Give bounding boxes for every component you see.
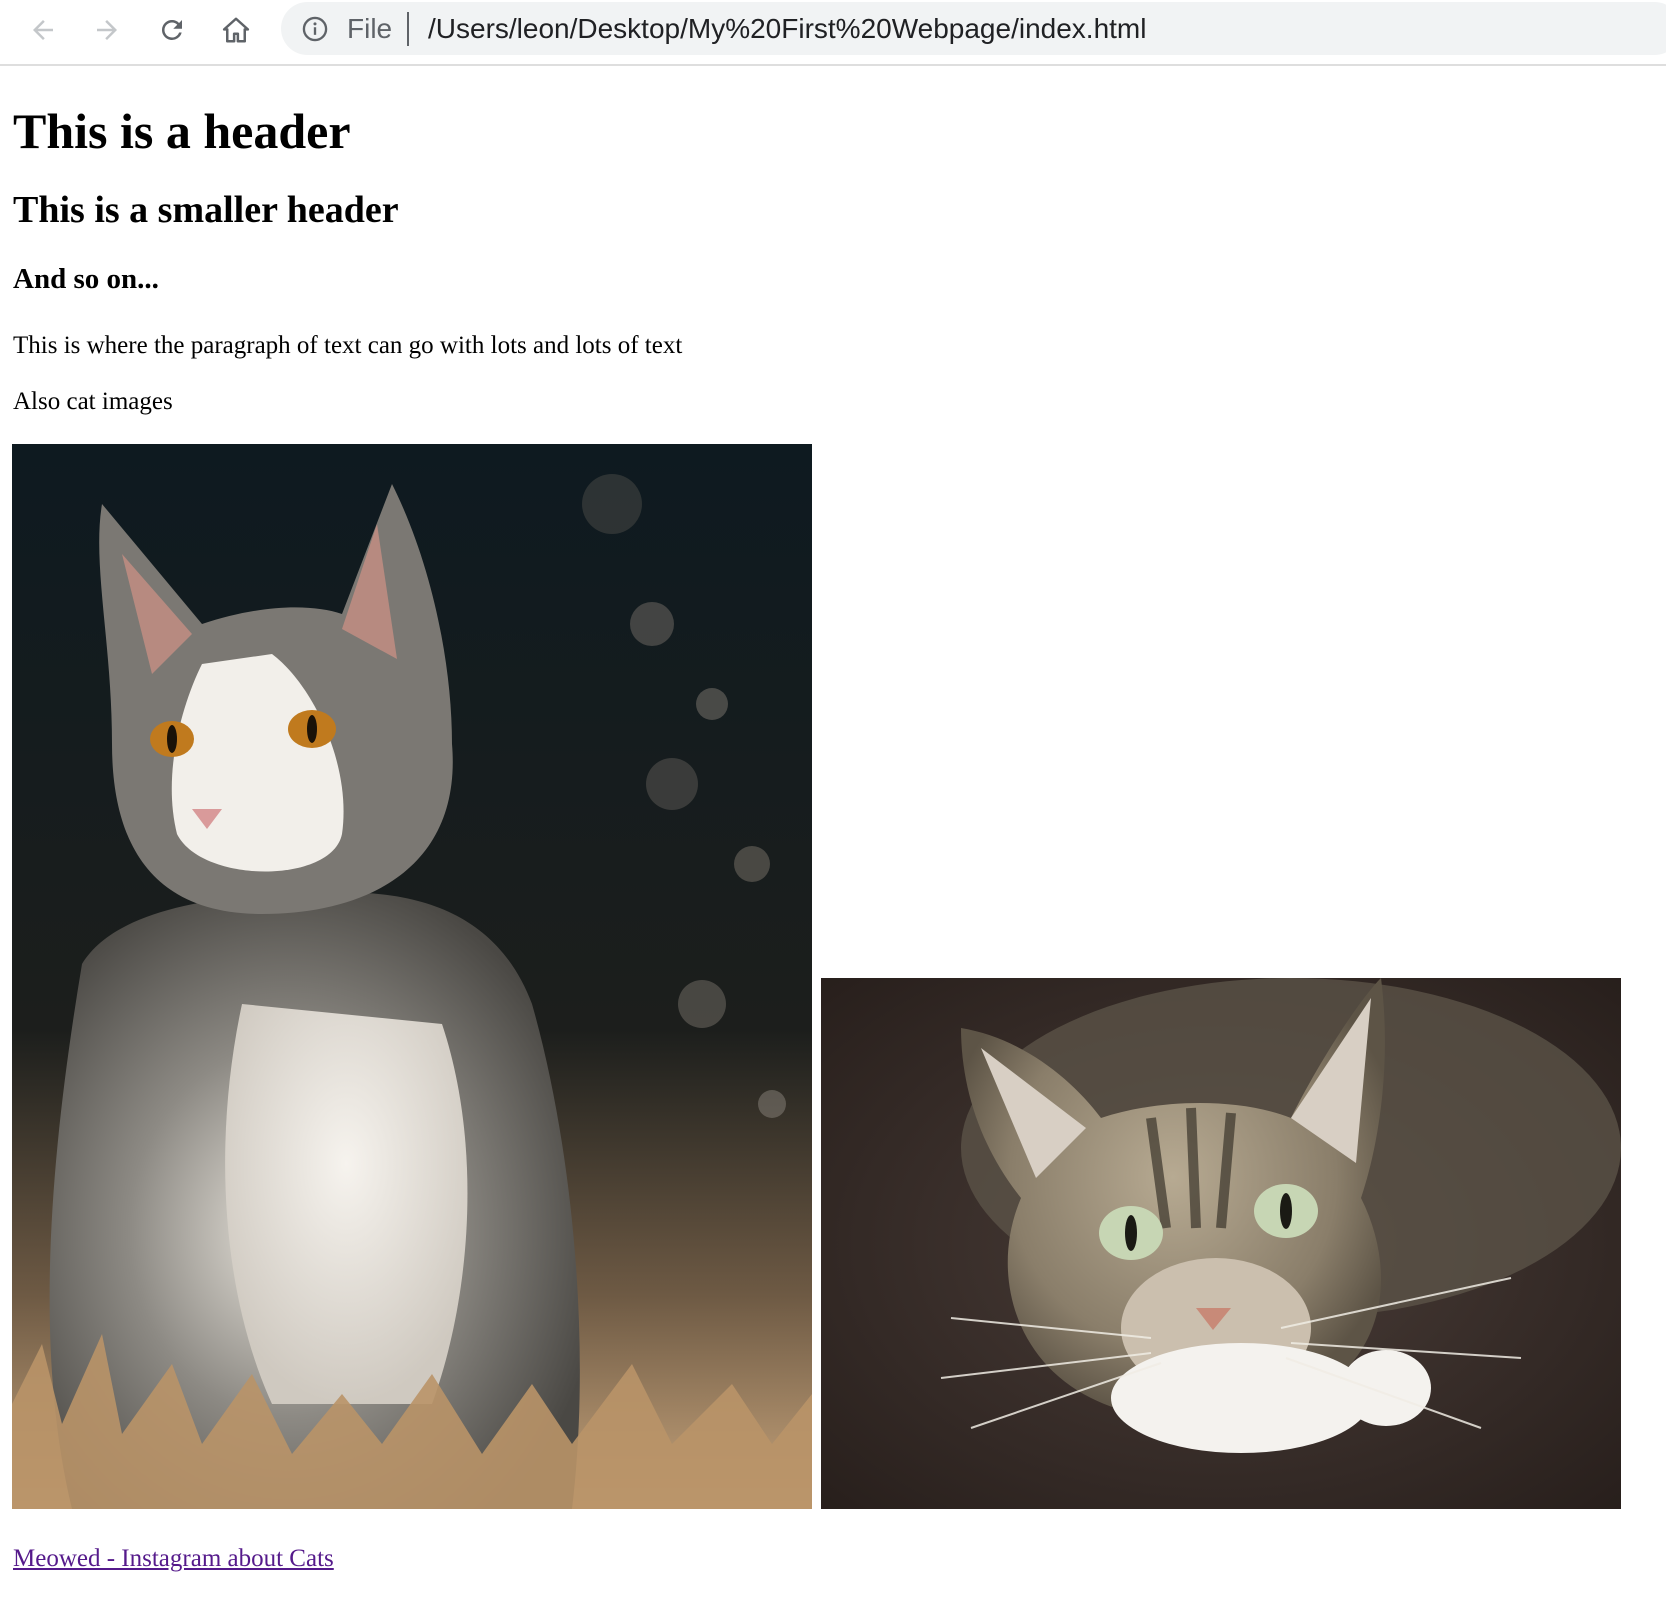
info-icon[interactable] [301,15,329,43]
forward-button[interactable] [85,8,129,52]
back-icon [33,20,53,40]
address-scheme: File [347,13,393,44]
paragraph-text: This is where the paragraph of text can … [13,332,683,359]
heading-2: This is a smaller header [13,189,399,231]
back-button[interactable] [21,8,65,52]
cat-image-sitting [12,444,812,1509]
reload-icon [161,19,182,40]
forward-icon [97,20,117,40]
heading-1: This is a header [13,103,351,159]
instagram-link[interactable]: Meowed - Instagram about Cats [13,1544,334,1574]
browser-toolbar: File /Users/leon/Desktop/My%20First%20We… [0,0,1666,66]
home-icon [222,17,250,43]
reload-button[interactable] [150,8,194,52]
paragraph-cat-images: Also cat images [13,388,173,415]
address-divider [407,12,409,46]
heading-3: And so on... [13,263,159,295]
home-button[interactable] [214,8,258,52]
address-bar[interactable]: File /Users/leon/Desktop/My%20First%20We… [281,2,1666,55]
cat-image-looking-up [821,978,1621,1509]
address-url[interactable]: /Users/leon/Desktop/My%20First%20Webpage… [428,14,1146,44]
